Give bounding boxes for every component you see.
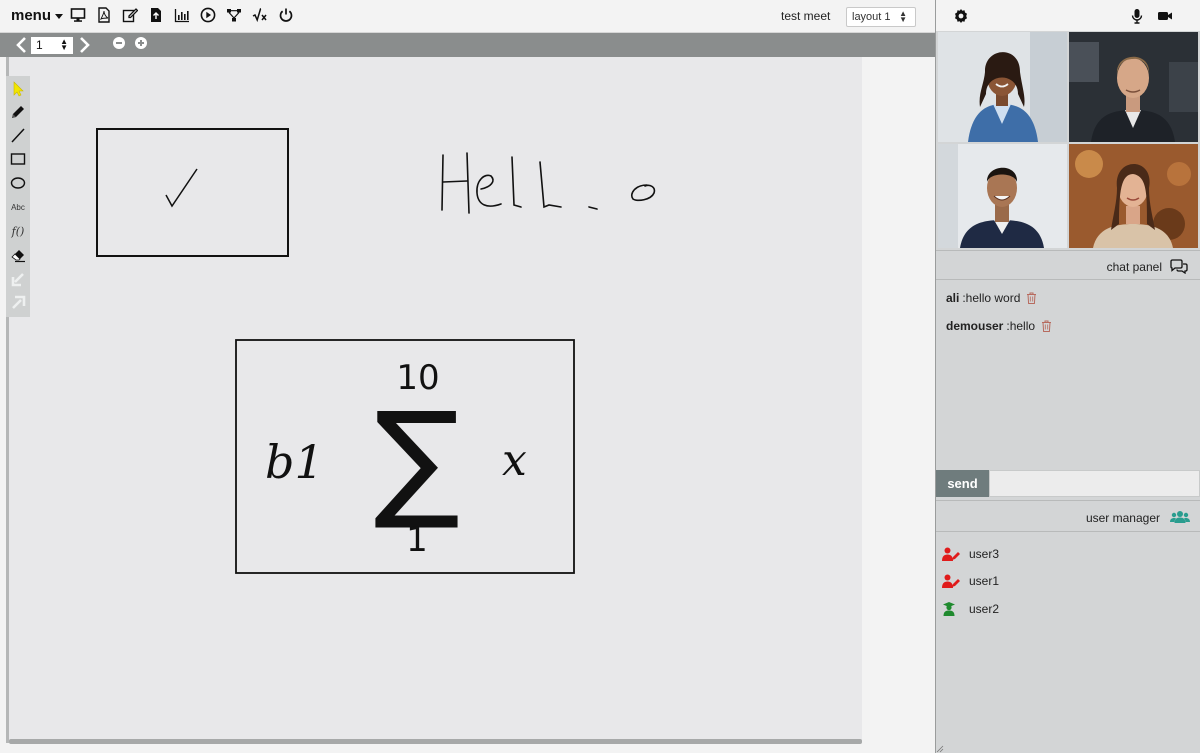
caret-down-icon [55,14,64,19]
send-button[interactable]: send [936,470,989,497]
chevron-left-icon[interactable] [15,36,29,54]
participant-4-video[interactable] [1069,144,1198,248]
diagram-icon[interactable] [224,5,244,25]
chat-send-row: send [936,470,1200,497]
participant-1-video[interactable] [938,32,1067,142]
rectangle-icon[interactable] [8,148,28,170]
chat-text: :hello word [962,291,1021,305]
whiteboard-canvas[interactable]: 10 b1 ∑ x 1 [9,57,862,740]
user-list: user3 user1 user2 [942,540,1192,623]
user-manager-title: user manager [1085,511,1160,525]
horizontal-scrollbar[interactable] [9,739,862,744]
chart-icon[interactable] [172,5,192,25]
menu-button[interactable]: menu [11,7,64,24]
undo-arrow-icon[interactable] [8,268,28,290]
formula-variable: x [502,435,527,486]
spinner-arrows-icon[interactable]: ▲ ▼ [60,38,68,52]
text-tool[interactable]: Abc [8,196,28,218]
trash-icon[interactable] [1026,292,1037,304]
zoom-in-icon[interactable] [135,37,147,49]
file-upload-icon[interactable] [146,5,166,25]
chat-message: demouser :hello [946,319,1191,347]
formula-sigma-symbol: ∑ [374,385,460,534]
formula-tool-label: f() [11,224,25,238]
video-grid [938,32,1198,248]
page-navigation-bar: 1 ▲ ▼ [0,33,935,57]
page-number-value: 1 [36,38,43,52]
user-name: user2 [969,601,1000,616]
participant-2-video[interactable] [1069,32,1198,142]
pencil-icon[interactable] [8,101,28,123]
power-icon[interactable] [276,5,296,25]
chevron-right-icon[interactable] [77,36,91,54]
participant-3-video[interactable] [938,144,1067,248]
play-icon[interactable] [198,5,218,25]
student-user-icon [943,601,955,616]
presenter-user-icon [942,547,960,561]
media-controls-bar [936,0,1200,31]
handwritten-hello[interactable] [441,152,656,214]
meeting-title: test meet [781,9,831,23]
zoom-out-icon[interactable] [113,37,125,49]
chat-panel-header: chat panel [936,250,1200,280]
chat-message-list: ali :hello word demouser :hello [946,291,1191,347]
user-row[interactable]: user1 [942,568,1192,596]
formula-tool[interactable]: f() [8,220,28,242]
user-name: user3 [969,546,1000,561]
pdf-icon[interactable] [94,5,114,25]
chat-message: ali :hello word [946,291,1191,319]
user-row[interactable]: user3 [942,540,1192,568]
edit-icon[interactable] [120,5,140,25]
microphone-icon[interactable] [1129,8,1145,24]
formula-drawing[interactable]: 10 b1 ∑ x 1 [235,339,575,574]
user-row[interactable]: user2 [942,595,1192,623]
page-number-input[interactable]: 1 ▲ ▼ [31,37,73,54]
menu-label: menu [11,7,52,24]
text-tool-label: Abc [11,202,25,212]
user-name: user1 [969,574,1000,589]
top-toolbar: menu test meet layout 1 ▲ ▼ [0,0,935,33]
line-icon[interactable] [8,124,28,146]
eraser-icon[interactable] [8,244,28,266]
drawing-toolbar: Abc f() [6,76,30,317]
chat-input[interactable] [989,470,1200,497]
trash-icon[interactable] [1041,320,1052,332]
checkbox-drawing[interactable] [96,128,289,257]
chat-bubbles-icon[interactable] [1170,259,1188,275]
sqrt-x-icon[interactable] [250,5,270,25]
ellipse-icon[interactable] [8,172,28,194]
video-camera-icon[interactable] [1157,8,1173,24]
select-arrows-icon: ▲ ▼ [899,9,907,24]
layout-select[interactable]: layout 1 ▲ ▼ [846,7,916,27]
pointer-icon[interactable] [8,78,28,100]
users-group-icon[interactable] [1170,510,1190,524]
layout-select-value: layout 1 [852,11,891,23]
chat-panel-title: chat panel [1106,260,1162,274]
chat-text: :hello [1006,319,1036,333]
presenter-user-icon [942,574,960,589]
user-manager-header: user manager [936,500,1200,532]
redo-arrow-icon[interactable] [8,292,28,314]
gear-icon[interactable] [953,8,969,24]
right-panel: chat panel ali :hello word demouser :hel… [935,0,1200,753]
chat-sender: demouser [946,319,1004,333]
formula-lower-limit: 1 [406,520,428,560]
chat-sender: ali [946,291,960,305]
resize-grip-icon[interactable] [936,745,944,753]
monitor-icon[interactable] [68,5,88,25]
formula-coefficient: b1 [265,435,324,489]
